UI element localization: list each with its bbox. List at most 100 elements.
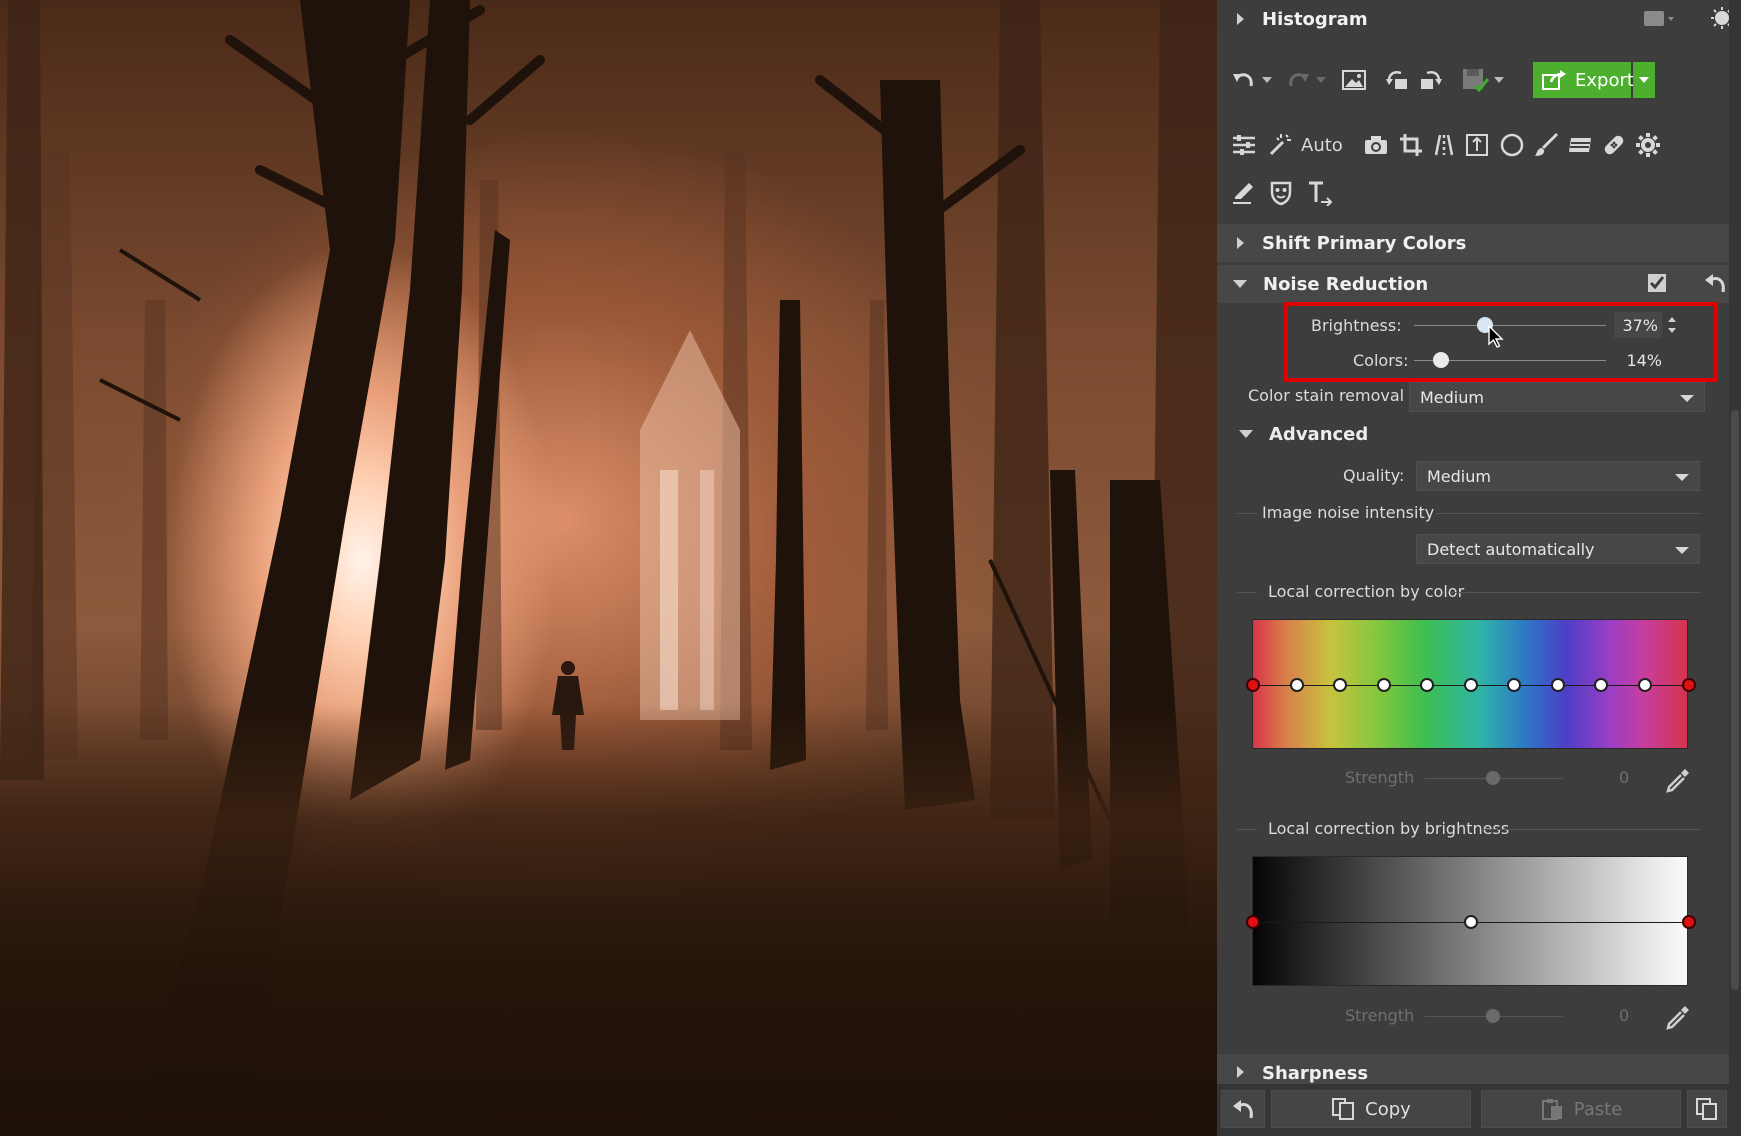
- chevron-down-icon: [1680, 395, 1694, 402]
- curve-point[interactable]: [1377, 678, 1391, 692]
- curve-point[interactable]: [1551, 678, 1565, 692]
- curve-point[interactable]: [1638, 678, 1652, 692]
- color-strength-value: 0: [1619, 768, 1630, 787]
- histogram-mode-icon[interactable]: [1642, 9, 1676, 29]
- advanced-title: Advanced: [1269, 423, 1369, 445]
- color-stain-label: Color stain removal: [1248, 386, 1405, 405]
- curve-point[interactable]: [1290, 678, 1304, 692]
- export-icon: [1541, 69, 1567, 91]
- color-strength-label: Strength: [1345, 768, 1415, 787]
- chevron-down-icon: [1639, 77, 1649, 83]
- radial-filter-icon[interactable]: [1499, 132, 1525, 158]
- expand-arrow-icon: [1237, 13, 1244, 25]
- color-stain-value: Medium: [1420, 387, 1484, 407]
- local-brightness-label: Local correction by brightness: [1268, 819, 1510, 838]
- section-title: Shift Primary Colors: [1262, 232, 1467, 254]
- curve-point[interactable]: [1246, 678, 1260, 692]
- eyedropper-icon[interactable]: [1665, 1004, 1691, 1030]
- color-strength-slider-knob[interactable]: [1486, 771, 1500, 785]
- section-shift-primary-colors[interactable]: Shift Primary Colors: [1217, 224, 1729, 262]
- text-tool-icon[interactable]: [1307, 180, 1333, 206]
- app-window: Histogram Export Auto Shift Primary Colo…: [0, 0, 1741, 1136]
- collapse-arrow-icon: [1239, 430, 1253, 438]
- undo-dropdown-icon[interactable]: [1261, 75, 1273, 85]
- healing-bandage-icon[interactable]: [1601, 132, 1627, 158]
- copy-button[interactable]: Copy: [1271, 1090, 1471, 1128]
- brightness-strength-label: Strength: [1345, 1006, 1415, 1025]
- toolbar-tools-2: [1217, 168, 1729, 218]
- divider: [1435, 513, 1701, 514]
- paste-button[interactable]: Paste: [1481, 1090, 1681, 1128]
- image-noise-value: Detect automatically: [1427, 539, 1595, 559]
- auto-label[interactable]: Auto: [1301, 135, 1343, 156]
- divider: [1237, 829, 1257, 830]
- scrollbar-thumb[interactable]: [1731, 410, 1739, 990]
- brightness-strength-slider-knob[interactable]: [1486, 1009, 1500, 1023]
- export-dropdown-button[interactable]: [1633, 62, 1655, 98]
- section-title: Sharpness: [1262, 1063, 1369, 1084]
- curve-point[interactable]: [1246, 915, 1260, 929]
- brightness-curve-editor[interactable]: [1246, 856, 1696, 986]
- curve-point[interactable]: [1464, 915, 1478, 929]
- curve-point[interactable]: [1420, 678, 1434, 692]
- export-label: Export: [1575, 69, 1634, 91]
- curve-point[interactable]: [1464, 678, 1478, 692]
- redo-dropdown-icon[interactable]: [1315, 75, 1327, 85]
- chevron-down-icon: [1675, 547, 1689, 554]
- edit-panel: Histogram Export Auto Shift Primary Colo…: [1217, 0, 1741, 1136]
- save-icon[interactable]: [1461, 66, 1491, 94]
- section-title: Noise Reduction: [1263, 273, 1429, 295]
- expand-arrow-icon: [1237, 1066, 1244, 1078]
- quality-value: Medium: [1427, 466, 1491, 486]
- expand-arrow-icon: [1237, 237, 1244, 249]
- eraser-icon[interactable]: [1231, 181, 1255, 205]
- photo-ground-shadow: [0, 0, 1217, 1136]
- undo-icon[interactable]: [1231, 68, 1257, 92]
- copy-settings-button[interactable]: [1687, 1090, 1727, 1128]
- curve-point[interactable]: [1682, 915, 1696, 929]
- curve-point[interactable]: [1333, 678, 1347, 692]
- enable-checkbox[interactable]: [1647, 273, 1667, 293]
- copy-icon: [1332, 1098, 1355, 1120]
- perspective-icon[interactable]: [1431, 133, 1457, 157]
- local-color-label: Local correction by color: [1268, 582, 1465, 601]
- curve-point[interactable]: [1682, 678, 1696, 692]
- gear-icon[interactable]: [1635, 132, 1661, 158]
- brightness-strength-value: 0: [1619, 1006, 1630, 1025]
- brush-icon[interactable]: [1533, 132, 1559, 158]
- checkmark-icon: [1648, 274, 1666, 292]
- color-stain-dropdown[interactable]: Medium: [1409, 382, 1705, 412]
- rotate-left-icon[interactable]: [1385, 67, 1411, 93]
- panel-scrollbar[interactable]: [1729, 0, 1741, 1136]
- image-icon[interactable]: [1341, 68, 1367, 92]
- crop-icon[interactable]: [1399, 133, 1423, 157]
- gradient-filter-icon[interactable]: [1567, 134, 1593, 156]
- image-noise-dropdown[interactable]: Detect automatically: [1416, 534, 1700, 564]
- quality-dropdown[interactable]: Medium: [1416, 461, 1700, 491]
- photo-canvas[interactable]: [0, 0, 1217, 1136]
- section-sharpness[interactable]: Sharpness: [1217, 1054, 1729, 1084]
- reset-section-icon[interactable]: [1703, 272, 1727, 294]
- level-icon[interactable]: [1465, 133, 1489, 157]
- advanced-header[interactable]: Advanced: [1217, 420, 1729, 448]
- color-curve-editor[interactable]: [1246, 619, 1696, 749]
- divider: [1481, 829, 1701, 830]
- divider: [1450, 592, 1701, 593]
- quality-label: Quality:: [1343, 466, 1405, 485]
- auto-wand-icon[interactable]: [1267, 132, 1293, 158]
- face-mask-icon[interactable]: [1269, 180, 1293, 206]
- copy-settings-icon: [1696, 1098, 1717, 1120]
- export-button[interactable]: Export: [1533, 62, 1634, 98]
- redo-icon[interactable]: [1285, 68, 1311, 92]
- image-noise-label: Image noise intensity: [1262, 503, 1435, 522]
- rotate-right-icon[interactable]: [1417, 67, 1443, 93]
- camera-icon[interactable]: [1363, 134, 1389, 156]
- curve-point[interactable]: [1507, 678, 1521, 692]
- eyedropper-icon[interactable]: [1665, 767, 1691, 793]
- save-dropdown-icon[interactable]: [1493, 75, 1505, 85]
- curve-point[interactable]: [1594, 678, 1608, 692]
- back-button[interactable]: [1221, 1090, 1265, 1128]
- histogram-title: Histogram: [1262, 8, 1368, 30]
- bottom-action-bar: Copy Paste: [1217, 1084, 1741, 1136]
- adjustments-icon[interactable]: [1231, 134, 1257, 156]
